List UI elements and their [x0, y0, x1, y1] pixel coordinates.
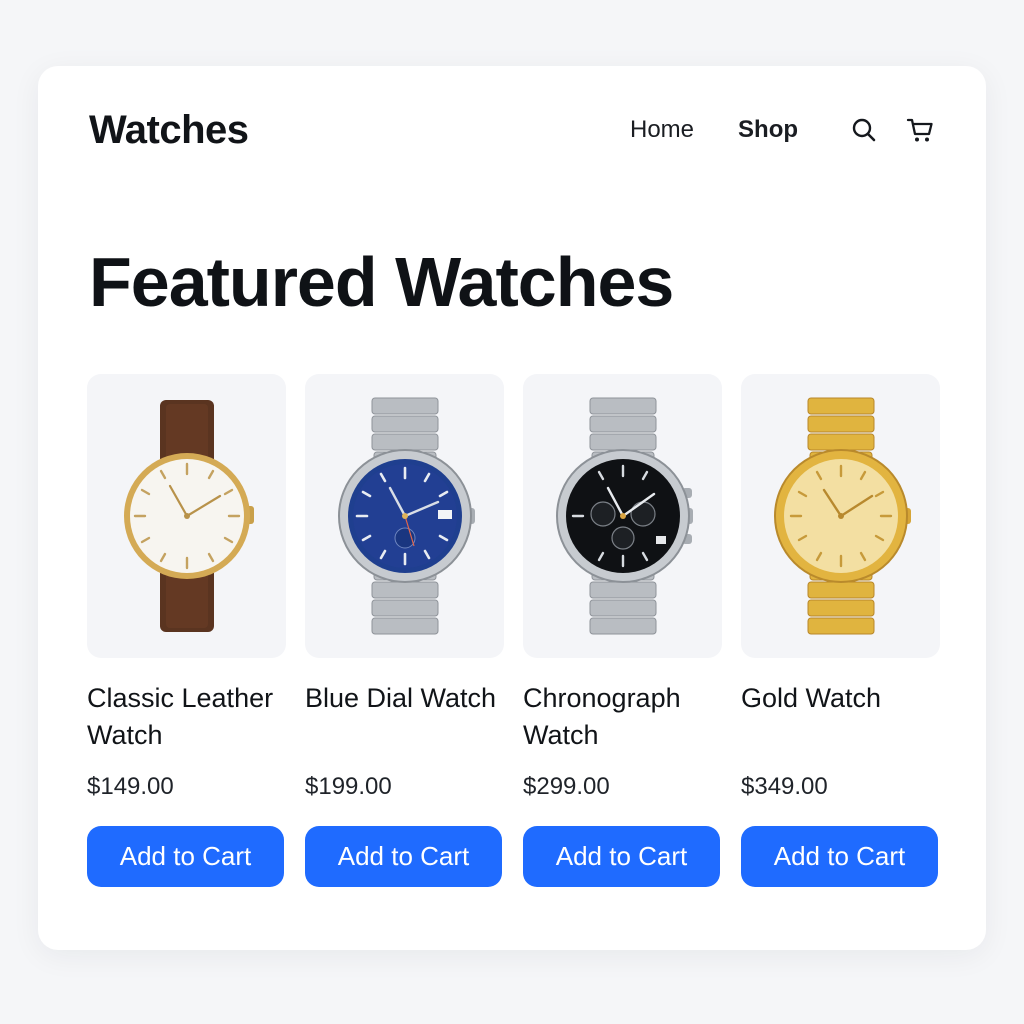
product-price: $349.00: [741, 773, 828, 800]
add-to-cart-button[interactable]: Add to Cart: [741, 826, 938, 887]
product-card: Gold Watch $349.00 Add to Cart: [741, 374, 940, 890]
watch-image: [123, 400, 254, 632]
product-card: Classic Leather Watch $149.00 Add to Car…: [87, 374, 286, 890]
store-panel: Watches Home Shop Featured Watches Class…: [38, 66, 986, 950]
product-name[interactable]: Blue Dial Watch: [305, 680, 504, 717]
main-nav: Home Shop: [630, 116, 934, 144]
search-icon[interactable]: [850, 116, 878, 144]
product-image[interactable]: [305, 374, 504, 658]
product-price: $199.00: [305, 773, 392, 800]
brand-logo[interactable]: Watches: [89, 108, 249, 153]
page-title: Featured Watches: [89, 243, 674, 321]
product-name[interactable]: Chronograph Watch: [523, 680, 722, 754]
product-name[interactable]: Gold Watch: [741, 680, 940, 717]
product-image[interactable]: [741, 374, 940, 658]
nav-home[interactable]: Home: [630, 116, 694, 144]
product-name[interactable]: Classic Leather Watch: [87, 680, 286, 754]
product-grid: Classic Leather Watch $149.00 Add to Car…: [87, 374, 940, 890]
product-price: $149.00: [87, 773, 174, 800]
add-to-cart-button[interactable]: Add to Cart: [305, 826, 502, 887]
product-image[interactable]: [87, 374, 286, 658]
watch-image: [337, 397, 475, 635]
watch-image: [555, 397, 693, 635]
product-card: Chronograph Watch $299.00 Add to Cart: [523, 374, 722, 890]
product-card: Blue Dial Watch $199.00 Add to Cart: [305, 374, 504, 890]
nav-shop[interactable]: Shop: [738, 116, 798, 144]
watch-image: [773, 397, 911, 635]
product-image[interactable]: [523, 374, 722, 658]
cart-icon[interactable]: [906, 116, 934, 144]
add-to-cart-button[interactable]: Add to Cart: [87, 826, 284, 887]
add-to-cart-button[interactable]: Add to Cart: [523, 826, 720, 887]
product-price: $299.00: [523, 773, 610, 800]
